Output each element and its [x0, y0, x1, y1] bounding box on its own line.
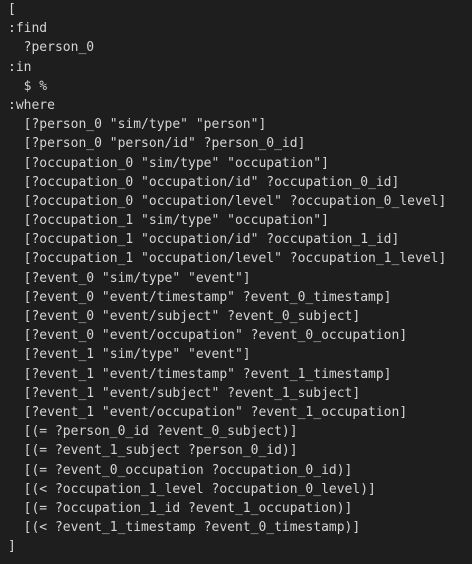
code-line: [(< ?event_1_timestamp ?event_0_timestam…: [8, 520, 361, 536]
code-line: [?occupation_1 "sim/type" "occupation"]: [8, 213, 329, 229]
code-line: [?occupation_1 "occupation/id" ?occupati…: [8, 232, 400, 248]
code-line: :where: [8, 97, 55, 113]
code-line: [(= ?event_0_occupation ?occupation_0_id…: [8, 462, 353, 478]
code-line: [?event_1 "event/occupation" ?event_1_oc…: [8, 404, 408, 420]
code-line: [(< ?occupation_1_level ?occupation_0_le…: [8, 481, 376, 497]
code-line: [?event_1 "event/subject" ?event_1_subje…: [8, 385, 361, 401]
code-line: [?event_0 "sim/type" "event"]: [8, 270, 251, 286]
code-line: [?occupation_1 "occupation/level" ?occup…: [8, 251, 447, 267]
code-line: [?event_1 "sim/type" "event"]: [8, 347, 251, 363]
code-line: [?occupation_0 "occupation/id" ?occupati…: [8, 174, 400, 190]
code-line: [(= ?event_1_subject ?person_0_id)]: [8, 443, 298, 459]
code-line: [?occupation_0 "occupation/level" ?occup…: [8, 193, 447, 209]
code-line: ]: [8, 539, 16, 555]
code-line: :find: [8, 21, 48, 37]
code-editor[interactable]: [ :find ?person_0 :in $ % :where [?perso…: [0, 0, 472, 564]
code-line: [: [8, 2, 16, 17]
code-line: [(= ?occupation_1_id ?event_1_occupation…: [8, 500, 353, 516]
code-line: $ %: [8, 78, 48, 94]
code-line: [?event_1 "event/timestamp" ?event_1_tim…: [8, 366, 392, 382]
code-line: [?event_0 "event/subject" ?event_0_subje…: [8, 309, 361, 324]
code-line: [?event_0 "event/timestamp" ?event_0_tim…: [8, 289, 392, 305]
code-line: :in: [8, 59, 32, 75]
code-line: [?person_0 "sim/type" "person"]: [8, 117, 267, 133]
code-line: [?event_0 "event/occupation" ?event_0_oc…: [8, 328, 408, 344]
code-line: ?person_0: [8, 40, 95, 56]
code-line: [?person_0 "person/id" ?person_0_id]: [8, 136, 306, 152]
code-line: [?occupation_0 "sim/type" "occupation"]: [8, 155, 329, 171]
code-line: [(= ?person_0_id ?event_0_subject)]: [8, 424, 298, 440]
